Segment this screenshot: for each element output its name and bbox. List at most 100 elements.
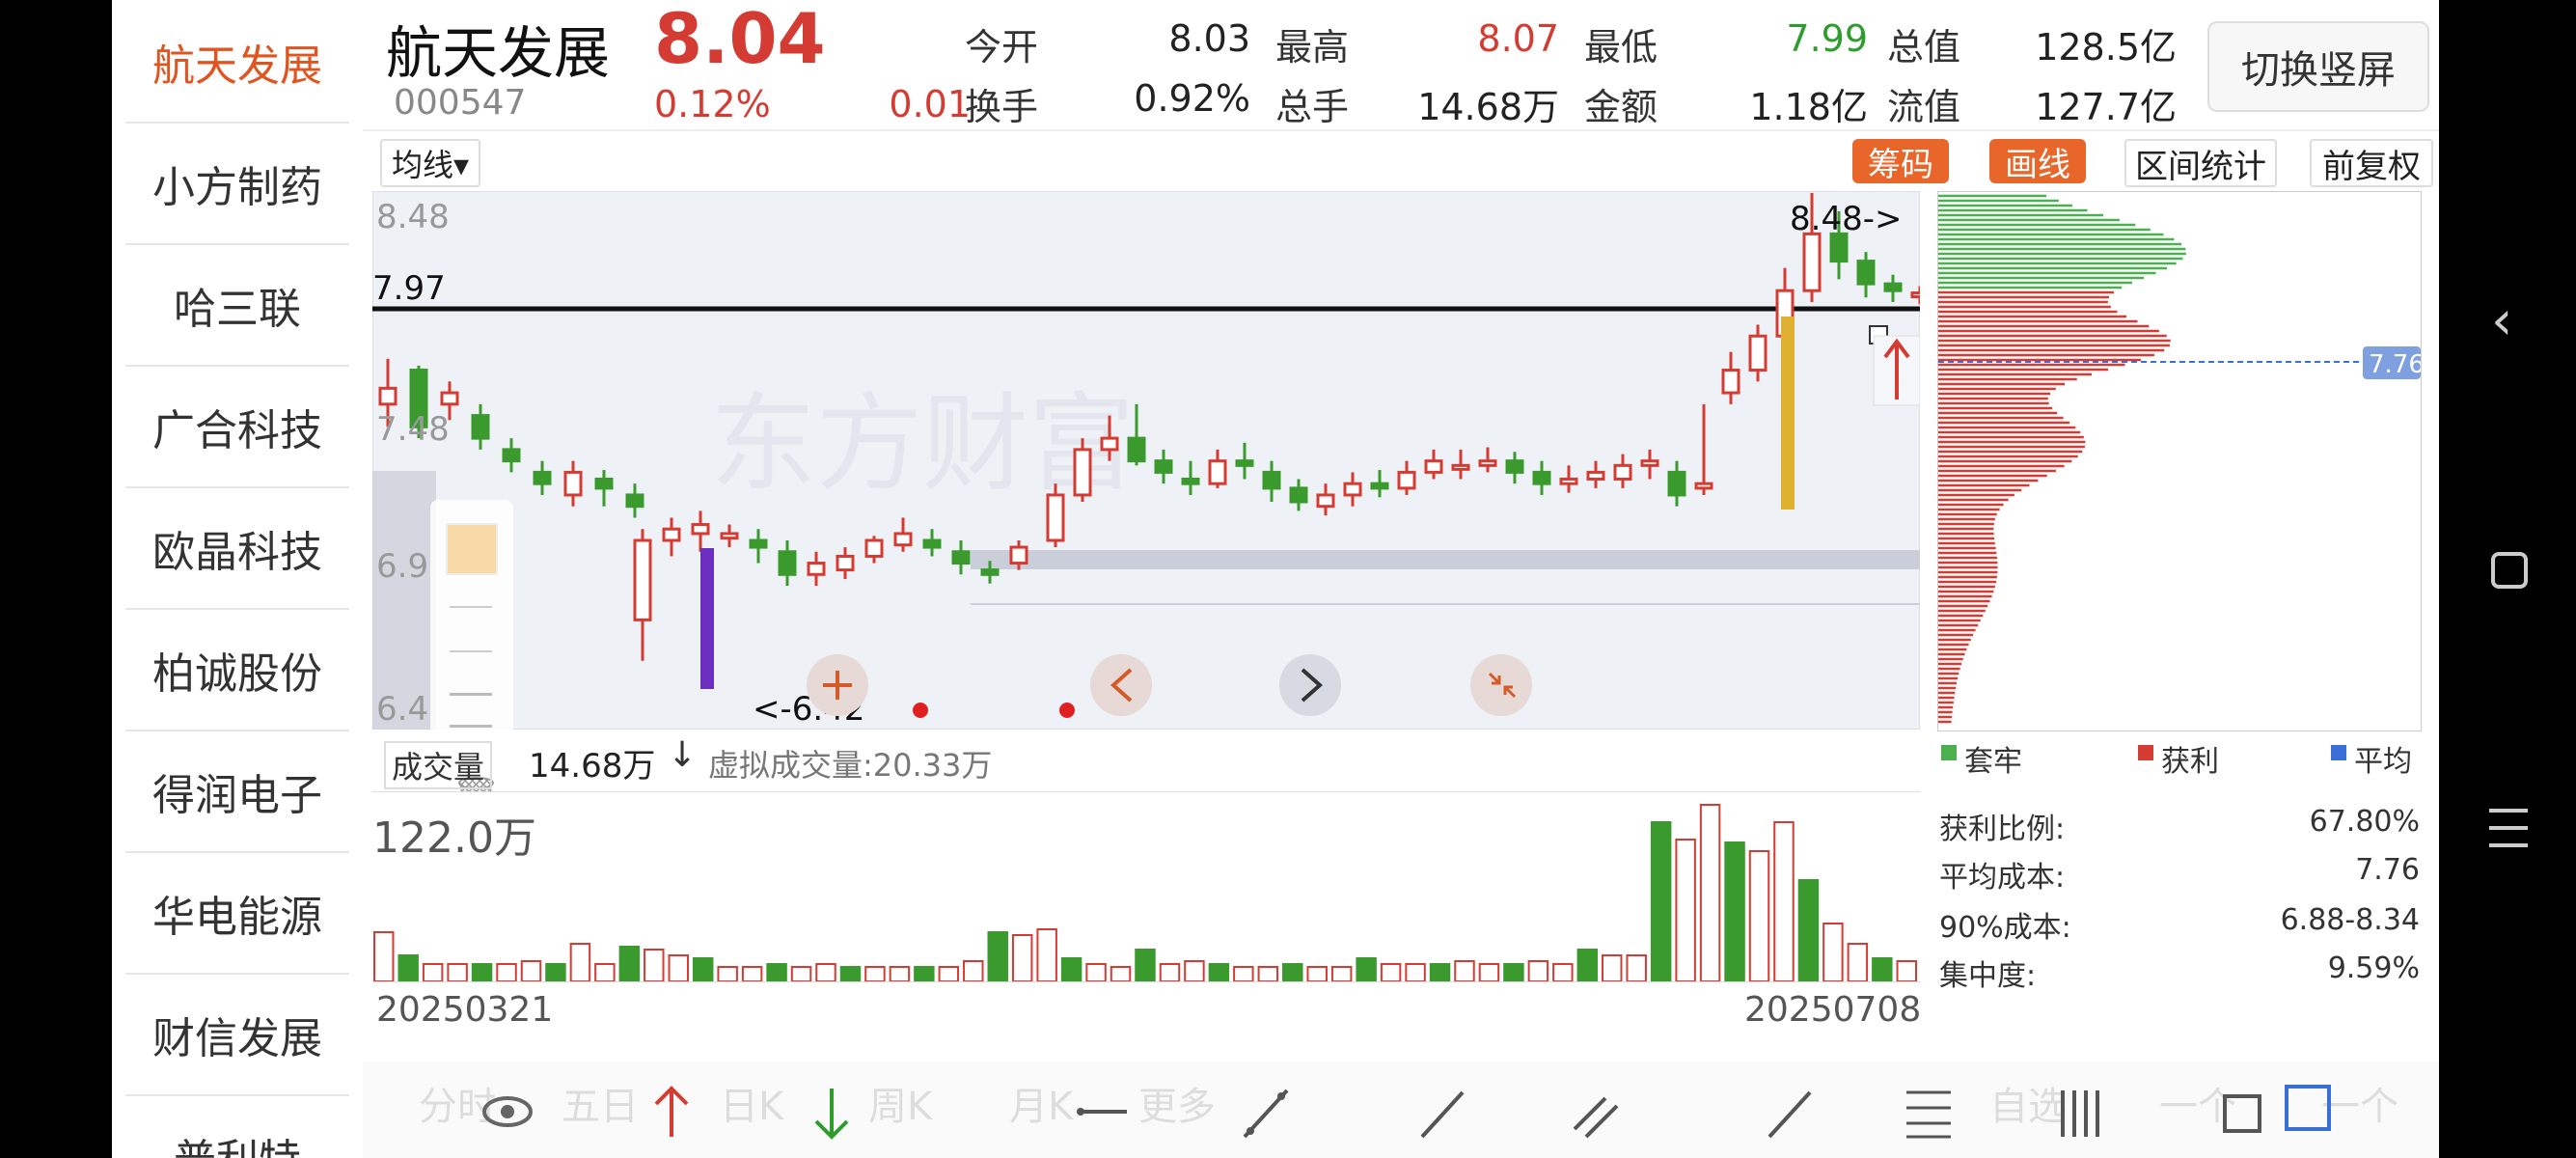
volume-bar [1699, 804, 1721, 981]
sidebar-item-2[interactable]: 哈三联 [125, 245, 349, 367]
volume-bar [1478, 963, 1500, 981]
change-amount: 0.01 [889, 83, 971, 125]
horizontal-line-icon[interactable] [1077, 1108, 1127, 1116]
volume-bar [963, 960, 984, 981]
ray-icon[interactable] [1420, 1090, 1465, 1139]
arrow-up-icon[interactable] [654, 1086, 689, 1137]
sidebar-item-6[interactable]: 得润电子 [125, 731, 349, 853]
extended-line-icon[interactable] [1768, 1090, 1812, 1139]
candle-body [864, 538, 884, 558]
chips-info-label: 平均成本: [1939, 861, 2066, 895]
back-icon[interactable]: ‹ [2491, 290, 2512, 352]
stat-label-volume: 总手 [1275, 86, 1350, 128]
volume-bar [717, 966, 738, 981]
chips-info-value: 6.88-8.34 [2280, 903, 2420, 937]
volume-bar [496, 963, 517, 981]
line-width-icon[interactable] [450, 693, 492, 728]
stat-label-turnover: 换手 [965, 86, 1039, 128]
y-label-4: 6.4 [376, 690, 428, 729]
segment-icon[interactable] [1243, 1089, 1289, 1139]
line-style-icon[interactable] [450, 606, 492, 652]
scroll-left-icon[interactable] [1090, 654, 1152, 716]
sidebar-item-1[interactable]: 小方制药 [125, 124, 349, 245]
candle-body [1073, 448, 1092, 497]
forward-adjust-button[interactable]: 前复权 [2310, 139, 2433, 187]
candle-body [1532, 470, 1551, 485]
stat-label-total-cap: 总值 [1887, 26, 1961, 69]
candle-body [691, 523, 710, 536]
candle-body [1802, 232, 1822, 292]
share-icon[interactable] [2285, 1085, 2331, 1131]
eye-icon[interactable] [482, 1096, 533, 1127]
home-icon[interactable] [2491, 552, 2528, 589]
gold-candle [1781, 317, 1795, 510]
sidebar-item-8[interactable]: 财信发展 [125, 975, 349, 1096]
candle-body [563, 470, 583, 497]
change-percent: 0.12% [654, 83, 771, 125]
kline-chart[interactable]: 东方财富 8.48 7.97 7.48 6.9 6.4 8.48-> <-6.4… [372, 191, 1920, 730]
range-stats-button[interactable]: 区间统计 [2124, 139, 2277, 187]
volume-bar [1282, 963, 1303, 981]
candle-body [1613, 463, 1632, 481]
volume-bar [1576, 949, 1599, 981]
draw-line-button[interactable]: 画线 [1989, 139, 2086, 184]
volume-bar [1896, 960, 1917, 981]
rectangle-icon[interactable] [2223, 1094, 2261, 1133]
stat-value-open: 8.03 [1168, 17, 1250, 60]
volume-bar [1429, 963, 1451, 981]
stat-value-high: 8.07 [1477, 17, 1559, 60]
sidebar-item-3[interactable]: 广合科技 [125, 367, 349, 488]
sidebar-item-9[interactable]: 普利特 [125, 1096, 349, 1158]
candle-body [1397, 470, 1416, 490]
chips-button[interactable]: 筹码 [1852, 139, 1949, 184]
volume-bar [1552, 963, 1574, 981]
parallel-line-icon[interactable] [1573, 1096, 1619, 1139]
volume-bar [1872, 957, 1893, 981]
stock-code: 000547 [394, 83, 527, 123]
chips-info-value: 9.59% [2327, 951, 2420, 985]
tab-next[interactable]: 一个 [2321, 1075, 2398, 1131]
volume-bar [618, 946, 641, 981]
stock-name: 航天发展 [386, 20, 611, 86]
collapse-icon[interactable] [1470, 654, 1532, 716]
scroll-right-icon[interactable] [1279, 654, 1341, 716]
candle-body [1883, 282, 1903, 292]
volume-bar [1724, 841, 1745, 981]
system-nav-bar: ‹ [2439, 0, 2576, 1158]
recents-icon[interactable] [2489, 809, 2528, 847]
candle-body [1127, 436, 1146, 463]
sidebar-item-0[interactable]: 航天发展 [125, 2, 349, 124]
candle-body [662, 527, 681, 542]
sidebar-item-5[interactable]: 柏诚股份 [125, 610, 349, 731]
volume-chart[interactable]: 122.0万 [372, 791, 1920, 982]
sidebar-item-7[interactable]: 华电能源 [125, 853, 349, 975]
arrow-down-icon[interactable] [814, 1089, 849, 1140]
volume-indicator-select[interactable]: 成交量 [384, 741, 493, 789]
legend-swatch-2 [2331, 745, 2346, 760]
volume-bar [1503, 963, 1524, 981]
candle-body [633, 538, 652, 621]
stat-label-amount: 金额 [1584, 86, 1658, 128]
volume-bar [1306, 966, 1328, 981]
legend-label-0: 套牢 [1964, 745, 2022, 779]
volume-bar [1036, 928, 1057, 981]
fibonacci-icon[interactable] [1906, 1090, 1951, 1139]
zoom-in-icon[interactable] [807, 654, 868, 716]
start-date: 20250321 [376, 990, 554, 1030]
switch-portrait-button[interactable]: 切换竖屏 [2207, 21, 2429, 112]
volume-bar [471, 963, 493, 981]
sidebar-item-4[interactable]: 欧晶科技 [125, 488, 349, 610]
volume-arrow: ↓ [668, 735, 698, 775]
chips-info-label: 获利比例: [1939, 813, 2066, 846]
chip-distribution[interactable]: 7.76 [1937, 191, 2422, 731]
volume-bar [1233, 966, 1254, 981]
gann-icon[interactable] [2061, 1090, 2099, 1137]
volume-bar [1380, 963, 1402, 981]
volume-bar [1011, 934, 1033, 981]
color-swatch[interactable] [446, 523, 498, 575]
volume-bar [545, 963, 566, 981]
svg-text:东方财富: 东方财富 [710, 382, 1135, 506]
legend-swatch-1 [2138, 745, 2153, 760]
ma-select[interactable]: 均线▾ [380, 139, 480, 187]
candle-body [1667, 470, 1686, 497]
